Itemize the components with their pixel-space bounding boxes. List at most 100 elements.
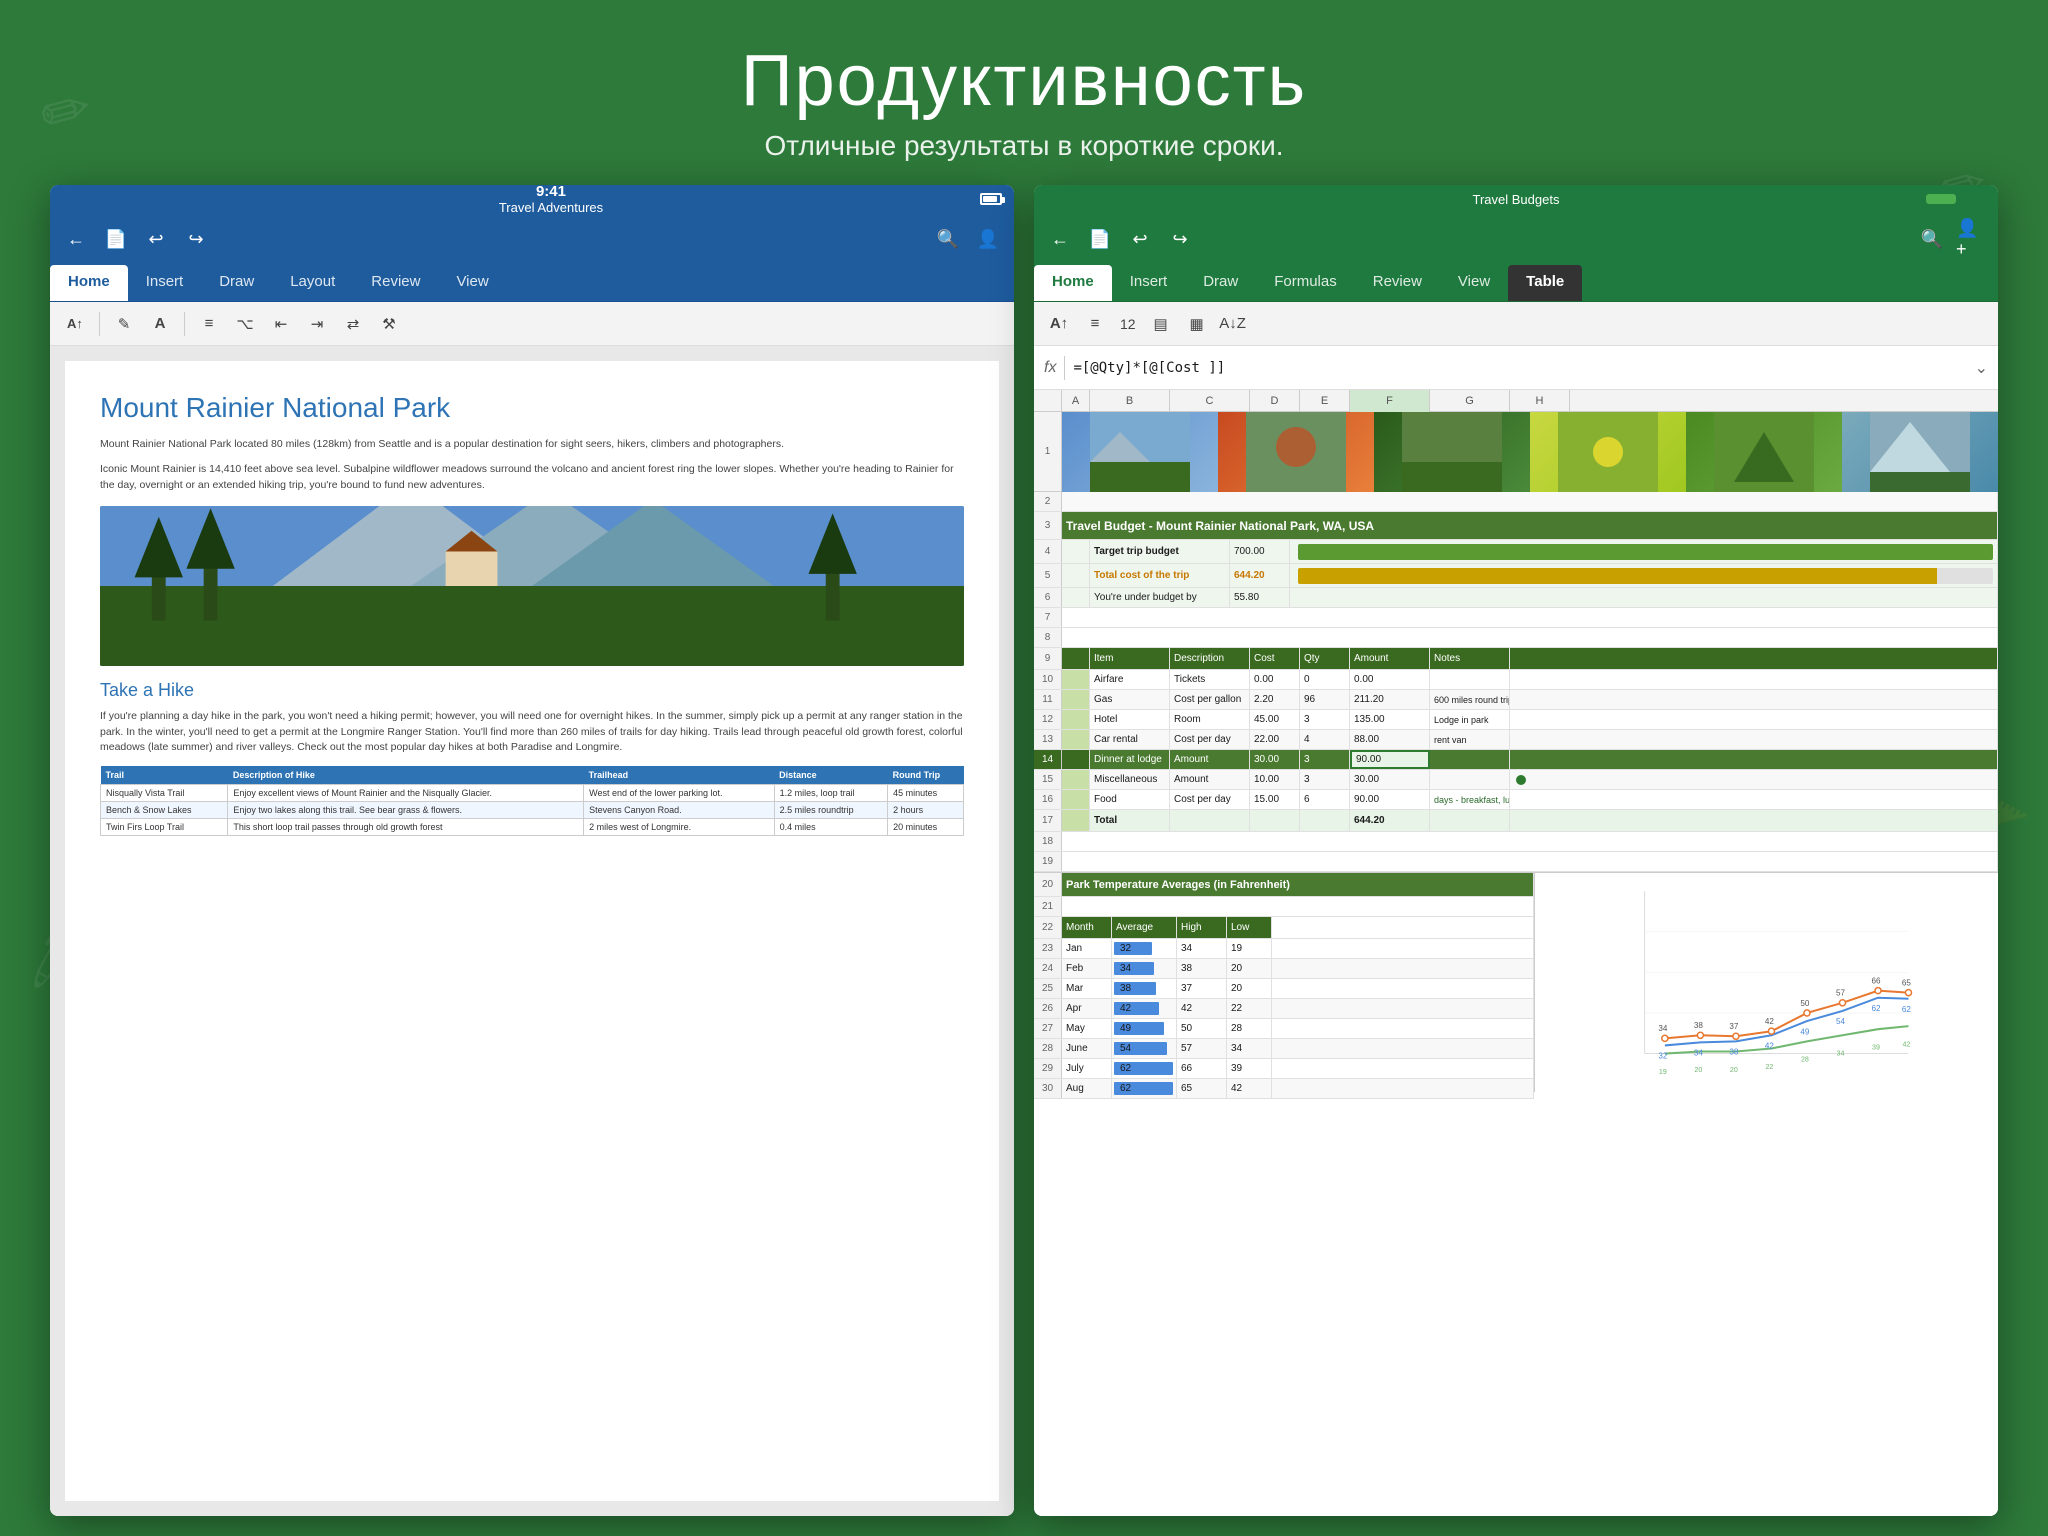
excel-sort-btn[interactable]: A↓Z [1218,309,1248,339]
fx-label: fx [1044,359,1056,377]
formula-expand[interactable]: ⌄ [1975,358,1988,378]
align-btn[interactable]: ⇄ [338,309,368,339]
svg-text:34: 34 [1659,1024,1669,1033]
excel-user-icon[interactable]: 👤+ [1956,223,1988,255]
excel-cell-style-btn[interactable]: ▤ [1146,309,1176,339]
excel-tab-view[interactable]: View [1440,265,1508,301]
highlight-btn[interactable]: ✎ [109,309,139,339]
user-icon[interactable]: 👤 [972,223,1004,255]
excel-budget-row-2: 5 Total cost of the trip 644.20 [1034,564,1998,588]
budget-label-2: Total cost of the trip [1090,564,1230,587]
redo-button[interactable]: ↪ [180,223,212,255]
excel-row-8: 8 [1034,628,1998,648]
excel-search-icon[interactable]: 🔍 [1916,223,1948,255]
temperature-table-area: 20 Park Temperature Averages (in Fahrenh… [1034,873,1535,1092]
word-document-image [100,506,964,666]
temp-data-may: 27 May 49 50 28 [1034,1019,1534,1039]
col-g: G [1430,390,1510,412]
excel-tab-review[interactable]: Review [1355,265,1440,301]
col-trailhead: Trailhead [584,766,775,785]
increase-indent-btn[interactable]: ⇥ [302,309,332,339]
word-ribbon: Home Insert Draw Layout Review View [50,265,1014,302]
excel-back-button[interactable]: ← [1044,223,1076,255]
budget-val-3: 55.80 [1230,588,1290,607]
excel-tab-home[interactable]: Home [1034,265,1112,301]
excel-table-header-row: 9 Item Description Cost Qty Amount Notes [1034,648,1998,670]
tab-insert[interactable]: Insert [128,265,202,301]
bullet-list-btn[interactable]: ≡ [194,309,224,339]
page-header: Продуктивность Отличные результаты в кор… [0,0,2048,192]
back-button[interactable]: ← [60,223,92,255]
svg-text:50: 50 [1801,999,1811,1008]
tab-draw[interactable]: Draw [201,265,272,301]
excel-undo-button[interactable]: ↩ [1124,223,1156,255]
excel-row-2: 2 [1034,492,1998,512]
text-style-btn[interactable]: ⚒ [374,309,404,339]
spreadsheet-title: Travel Budget - Mount Rainier National P… [1062,512,1998,539]
excel-title-row: 3 Travel Budget - Mount Rainier National… [1034,512,1998,540]
font-color-btn[interactable]: A [145,309,175,339]
excel-grid: 1 [1034,412,1998,1516]
tab-view[interactable]: View [438,265,506,301]
excel-tab-draw[interactable]: Draw [1185,265,1256,301]
excel-file-icon[interactable]: 📄 [1084,223,1116,255]
excel-align-btn[interactable]: ≡ [1080,309,1110,339]
excel-tab-formulas[interactable]: Formulas [1256,265,1355,301]
col-e: E [1300,390,1350,412]
svg-text:20: 20 [1695,1066,1703,1074]
svg-text:38: 38 [1730,1048,1740,1057]
excel-format-btn[interactable]: ▦ [1182,309,1212,339]
page-subtitle: Отличные результаты в короткие сроки. [0,130,2048,162]
word-page: Mount Rainier National Park Mount Rainie… [65,361,999,1501]
word-doc-heading: Mount Rainier National Park [100,391,964,425]
excel-font-btn[interactable]: A↑ [1044,309,1074,339]
excel-panel: Travel Budgets ← 📄 ↩ ↪ 🔍 👤+ Home Insert … [1034,185,1998,1516]
excel-tab-table[interactable]: Table [1508,265,1582,301]
search-icon[interactable]: 🔍 [932,223,964,255]
excel-tab-insert[interactable]: Insert [1112,265,1186,301]
word-panel: 9:41 Travel Adventures ← 📄 ↩ ↪ 🔍 👤 Home … [50,185,1014,1516]
col-item: Item [1090,648,1170,669]
temp-col-avg: Average [1112,917,1177,938]
word-status-bar: 9:41 Travel Adventures [50,185,1014,213]
numbered-list-btn[interactable]: ⌥ [230,309,260,339]
excel-data-row-3: 12 Hotel Room 45.00 3 135.00 Lodge in pa… [1034,710,1998,730]
svg-text:42: 42 [1765,1041,1775,1050]
excel-data-row-5-selected: 14 Dinner at lodge Amount 30.00 3 90.00 [1034,750,1998,770]
temp-col-low: Low [1227,917,1272,938]
svg-text:42: 42 [1765,1017,1775,1026]
temp-data-july: 29 July 62 66 39 [1034,1059,1534,1079]
temp-col-high: High [1177,917,1227,938]
budget-label-1: Target trip budget [1090,540,1230,563]
formula-input[interactable]: =[@Qty]*[@[Cost ]] [1073,360,1966,376]
excel-image-row: 1 [1034,412,1998,492]
cell-tooltip-indicator [1516,775,1526,785]
decrease-indent-btn[interactable]: ⇤ [266,309,296,339]
tab-layout[interactable]: Layout [272,265,353,301]
col-notes: Notes [1430,648,1510,669]
svg-text:39: 39 [1872,1043,1880,1051]
svg-text:34: 34 [1694,1049,1704,1058]
excel-row-18: 18 [1034,832,1998,852]
font-size-display: 12 [1116,316,1140,332]
excel-redo-button[interactable]: ↪ [1164,223,1196,255]
word-toolbar: ← 📄 ↩ ↪ 🔍 👤 [50,213,1014,265]
table-row: Twin Firs Loop Trail This short loop tra… [101,819,964,836]
svg-text:49: 49 [1801,1027,1811,1036]
word-paragraph-1: Mount Rainier National Park located 80 m… [100,437,964,453]
undo-button[interactable]: ↩ [140,223,172,255]
budget-bar-2 [1298,568,1993,584]
excel-total-row: 17 Total 644.20 [1034,810,1998,832]
col-roundtrip: Round Trip [888,766,964,785]
budget-bar-1 [1298,544,1993,560]
svg-text:38: 38 [1694,1021,1704,1030]
tab-home[interactable]: Home [50,265,128,301]
svg-text:65: 65 [1902,979,1912,988]
font-size-btn[interactable]: A↑ [60,309,90,339]
temp-data-feb: 24 Feb 34 38 20 [1034,959,1534,979]
col-f: F [1350,390,1430,412]
svg-text:34: 34 [1837,1050,1845,1058]
tab-review[interactable]: Review [353,265,438,301]
file-icon[interactable]: 📄 [100,223,132,255]
col-qty: Qty [1300,648,1350,669]
